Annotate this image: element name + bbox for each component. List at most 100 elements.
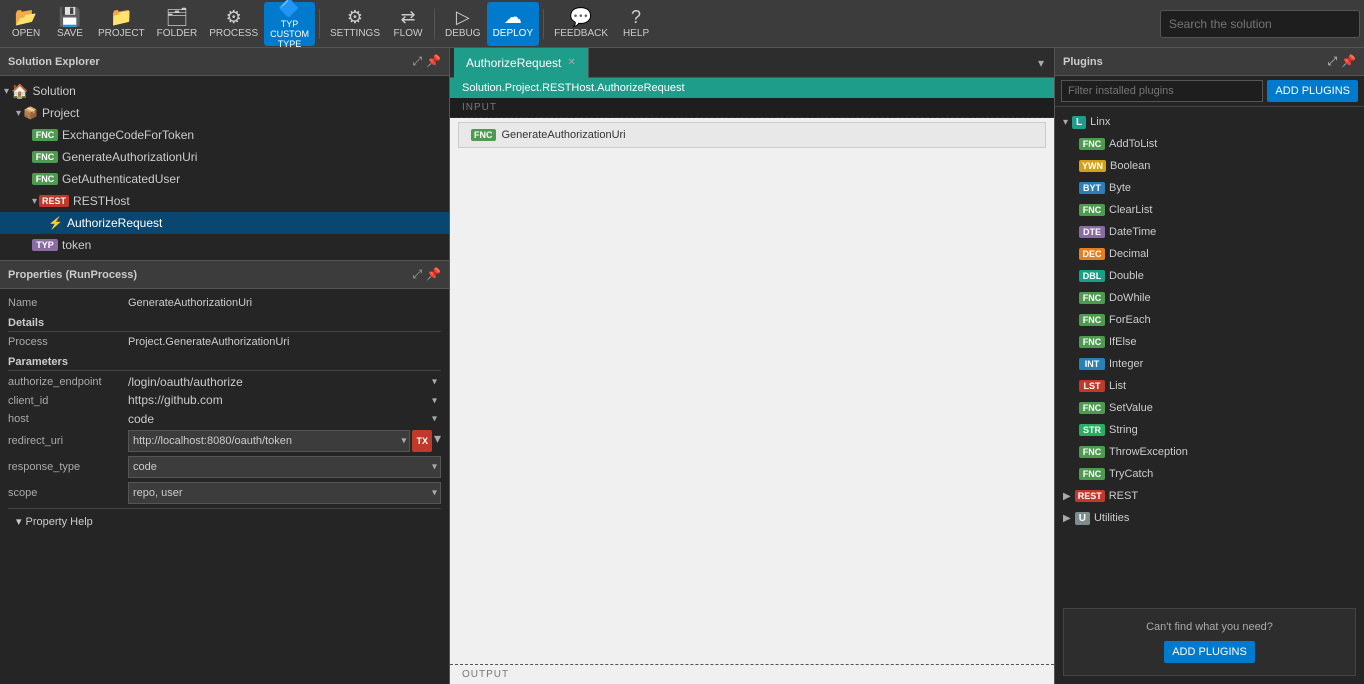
fnc-badge: FNC <box>471 129 496 141</box>
param-select-response[interactable]: code <box>128 456 441 478</box>
property-help-toggle[interactable]: ▾ Property Help <box>16 515 433 528</box>
solution-explorer-title: Solution Explorer <box>8 56 100 68</box>
fnc-badge: FNC <box>32 151 58 163</box>
tree-item-token[interactable]: TYP token <box>0 234 449 256</box>
properties-panel: Properties (RunProcess) ⤢ 📌 Name Generat… <box>0 261 449 684</box>
process-value: Project.GenerateAuthorizationUri <box>128 336 441 348</box>
pin-plugins-icon[interactable]: 📌 <box>1341 54 1356 69</box>
param-select-wrap: code <box>128 412 441 426</box>
plugin-rest-root[interactable]: ▶ REST REST <box>1055 485 1364 507</box>
param-select-wrap: code <box>128 456 441 478</box>
param-row-host: host code <box>8 412 441 426</box>
chevron-down-icon: ▾ <box>4 86 9 97</box>
plugin-double[interactable]: DBL Double <box>1055 265 1364 287</box>
tabs-dropdown-icon[interactable]: ▾ <box>1032 56 1050 70</box>
folder-button[interactable]: 🗂 FOLDER <box>151 2 204 46</box>
param-select-scope[interactable]: repo, user <box>128 482 441 504</box>
feedback-button[interactable]: 💬 FEEDBACK <box>548 2 614 46</box>
input-section-label: INPUT <box>450 98 1054 118</box>
main-area: Solution Explorer ⤢ 📌 ▾ 🏠 Solution ▾ 📦 P <box>0 48 1364 684</box>
details-section: Details <box>8 317 441 332</box>
solution-explorer: Solution Explorer ⤢ 📌 ▾ 🏠 Solution ▾ 📦 P <box>0 48 449 261</box>
custom-type-button[interactable]: 🔷 TYPCUSTOMTYPE <box>264 2 315 46</box>
plugin-integer[interactable]: INT Integer <box>1055 353 1364 375</box>
tree-item-solution[interactable]: ▾ 🏠 Solution <box>0 80 449 102</box>
param-select-wrap: https://github.com <box>128 393 441 407</box>
plugin-boolean[interactable]: YWN Boolean <box>1055 155 1364 177</box>
add-plugins-bottom-button[interactable]: ADD PLUGINS <box>1164 641 1255 663</box>
properties-actions: ⤢ 📌 <box>412 267 441 282</box>
plugin-list[interactable]: LST List <box>1055 375 1364 397</box>
toolbar-separator-2 <box>434 9 435 39</box>
plugin-byte[interactable]: BYT Byte <box>1055 177 1364 199</box>
param-select-wrap: /login/oauth/authorize <box>128 375 441 389</box>
param-label: authorize_endpoint <box>8 376 128 388</box>
plugin-decimal[interactable]: DEC Decimal <box>1055 243 1364 265</box>
toolbar: 📂 OPEN 💾 SAVE 📁 PROJECT 🗂 FOLDER ⚙ PROCE… <box>0 0 1364 48</box>
deploy-icon: ☁ <box>504 8 522 26</box>
tx-dropdown-icon[interactable]: ▾ <box>434 430 441 452</box>
tree-item-exchange[interactable]: FNC ExchangeCodeForToken <box>0 124 449 146</box>
tab-authorizerequest[interactable]: AuthorizeRequest ✕ <box>454 48 589 78</box>
plugins-filter-input[interactable] <box>1061 80 1263 102</box>
param-select-redirect[interactable]: http://localhost:8080/oauth/token <box>128 430 410 452</box>
str-badge: STR <box>1079 424 1105 436</box>
plugin-dowhile[interactable]: FNC DoWhile <box>1055 287 1364 309</box>
plugin-ifelse[interactable]: FNC IfElse <box>1055 331 1364 353</box>
flow-button[interactable]: ⇄ FLOW <box>386 2 430 46</box>
fnc-badge: FNC <box>32 129 58 141</box>
solution-tree: ▾ 🏠 Solution ▾ 📦 Project FNC ExchangeCod… <box>0 76 449 260</box>
open-button[interactable]: 📂 OPEN <box>4 2 48 46</box>
tree-item-genauth[interactable]: FNC GenerateAuthorizationUri <box>0 146 449 168</box>
expand-icon[interactable]: ⤢ <box>412 54 422 69</box>
param-row-redirect: redirect_uri http://localhost:8080/oauth… <box>8 430 441 452</box>
plugin-trycatch[interactable]: FNC TryCatch <box>1055 463 1364 485</box>
plugin-setvalue[interactable]: FNC SetValue <box>1055 397 1364 419</box>
expand-props-icon[interactable]: ⤢ <box>412 267 422 282</box>
tab-close-icon[interactable]: ✕ <box>567 57 575 68</box>
name-value: GenerateAuthorizationUri <box>128 297 441 309</box>
save-button[interactable]: 💾 SAVE <box>48 2 92 46</box>
open-icon: 📂 <box>15 8 37 26</box>
param-label: scope <box>8 487 128 499</box>
settings-button[interactable]: ⚙ SETTINGS <box>324 2 386 46</box>
plugins-title: Plugins <box>1063 56 1103 68</box>
plugin-addtolist[interactable]: FNC AddToList <box>1055 133 1364 155</box>
auth-icon: ⚡ <box>48 216 63 230</box>
project-button[interactable]: 📁 PROJECT <box>92 2 151 46</box>
param-label: response_type <box>8 461 128 473</box>
plugin-string[interactable]: STR String <box>1055 419 1364 441</box>
fnc-badge: FNC <box>1079 204 1105 216</box>
tree-item-resthost[interactable]: ▾ REST RESTHost <box>0 190 449 212</box>
properties-body: Name GenerateAuthorizationUri Details Pr… <box>0 289 449 542</box>
fnc-badge: FNC <box>32 173 58 185</box>
add-plugins-button[interactable]: ADD PLUGINS <box>1267 80 1358 102</box>
properties-header: Properties (RunProcess) ⤢ 📌 <box>0 261 449 289</box>
tree-item-authreq[interactable]: ⚡ AuthorizeRequest <box>0 212 449 234</box>
expand-plugins-icon[interactable]: ⤢ <box>1327 54 1337 69</box>
plugin-throwexception[interactable]: FNC ThrowException <box>1055 441 1364 463</box>
canvas-item-genauth[interactable]: FNC GenerateAuthorizationUri <box>458 122 1046 148</box>
chevron-down-icon: ▾ <box>16 108 21 119</box>
fnc-badge: FNC <box>1079 314 1105 326</box>
plugin-utilities-root[interactable]: ▶ U Utilities <box>1055 507 1364 529</box>
toolbar-separator <box>319 9 320 39</box>
tree-item-getauth[interactable]: FNC GetAuthenticatedUser <box>0 168 449 190</box>
process-button[interactable]: ⚙ PROCESS <box>203 2 264 46</box>
plugin-datetime[interactable]: DTE DateTime <box>1055 221 1364 243</box>
plugin-foreach[interactable]: FNC ForEach <box>1055 309 1364 331</box>
tree-item-project[interactable]: ▾ 📦 Project <box>0 102 449 124</box>
deploy-button[interactable]: ☁ DEPLOY <box>487 2 540 46</box>
param-select-wrap: repo, user <box>128 482 441 504</box>
pin-icon[interactable]: 📌 <box>426 54 441 69</box>
debug-button[interactable]: ▷ DEBUG <box>439 2 487 46</box>
search-input[interactable] <box>1169 17 1349 31</box>
help-button[interactable]: ? HELP <box>614 2 658 46</box>
chevron-down-icon: ▾ <box>32 196 37 207</box>
chevron-down-icon: ▾ <box>1063 117 1068 128</box>
plugin-linx-root[interactable]: ▾ L Linx <box>1055 111 1364 133</box>
canvas-area[interactable]: FNC GenerateAuthorizationUri <box>450 118 1054 664</box>
pin-props-icon[interactable]: 📌 <box>426 267 441 282</box>
plugin-clearlist[interactable]: FNC ClearList <box>1055 199 1364 221</box>
project-folder-icon: 📦 <box>23 106 38 120</box>
